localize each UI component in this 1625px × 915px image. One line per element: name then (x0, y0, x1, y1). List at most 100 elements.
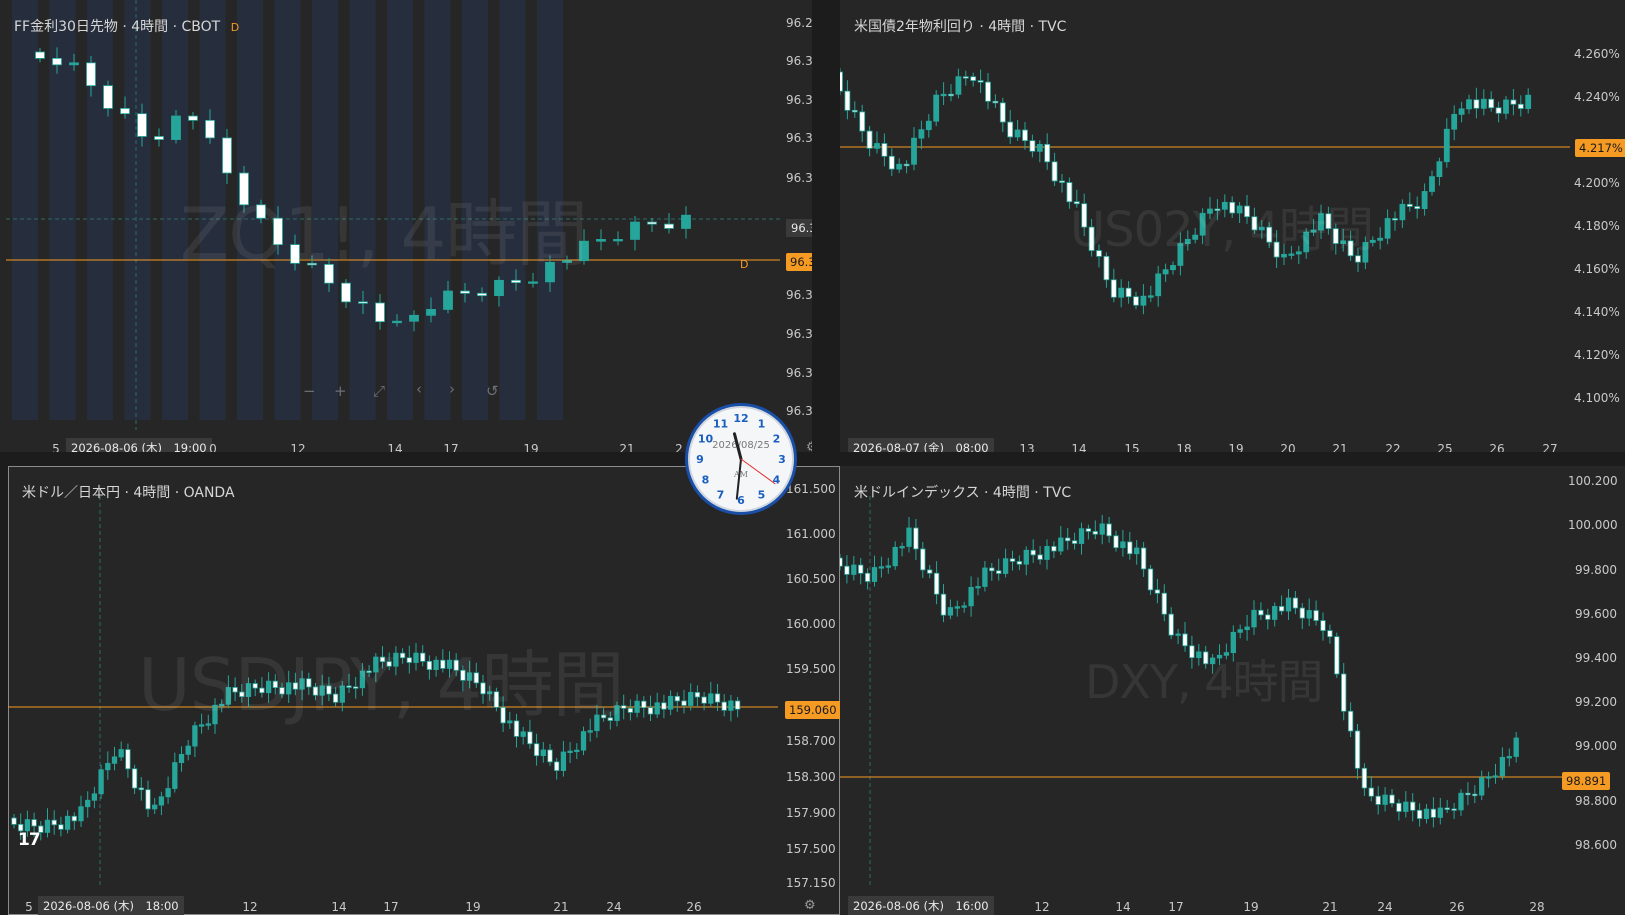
candle-body (1147, 295, 1154, 298)
clock-numeral: 5 (758, 489, 766, 502)
us02y-time-label: 14 (1071, 442, 1087, 452)
candle-body (1429, 176, 1435, 192)
candle-body (1513, 737, 1519, 757)
chart-pane-dxy[interactable]: DXY, 4時間 米ドルインデックス · 4時間 · TVC 100.200 1… (840, 466, 1625, 915)
candle-body (864, 572, 871, 582)
dxy-time-label: 17 (1168, 900, 1184, 914)
candle-body (31, 819, 37, 827)
zq-price-label: 96.310 (786, 131, 812, 145)
us02y-price-label: 4.240% (1574, 90, 1620, 104)
us02y-price-label: 4.260% (1574, 47, 1620, 61)
clock-numeral: 12 (733, 412, 748, 425)
candle-body (985, 81, 991, 102)
candle-body (1065, 537, 1071, 542)
candle-body (1472, 793, 1478, 797)
candle-body (1384, 218, 1391, 239)
candle-body (1313, 610, 1319, 621)
us02y-time-label: 22 (1385, 442, 1401, 452)
candle-body (1175, 633, 1181, 636)
clock-numeral: 7 (717, 489, 725, 502)
candle-body (1506, 756, 1512, 759)
settings-gear-icon[interactable]: ⚙ (804, 898, 816, 913)
candle-body (547, 749, 553, 763)
usdjpy-price-label: 158.700 (786, 734, 836, 748)
candle-body (1368, 787, 1374, 797)
usdjpy-current-price-tag: 159.060 (785, 701, 840, 719)
fit-icon[interactable]: ⤢ (373, 382, 385, 400)
scroll-right-button[interactable]: › (449, 380, 455, 398)
chart-pane-zq[interactable]: D ZQ1!, 4時間 FF金利30日先物 · 4時間 · CBOT D 96.… (0, 0, 812, 452)
candle-body (580, 731, 587, 751)
candle-body (35, 51, 45, 59)
candle-body (899, 546, 905, 549)
candle-body (1375, 795, 1381, 805)
zq-price-label: 96.340 (786, 366, 812, 380)
candle-body (1059, 180, 1065, 183)
candle-body (1237, 629, 1243, 633)
candle-body (567, 750, 573, 753)
zq-title-text: FF金利30日先物 · 4時間 · CBOT (14, 19, 221, 35)
candle-body (1465, 792, 1471, 796)
candle-body (851, 564, 857, 575)
dxy-time-label: 24 (1377, 900, 1393, 914)
analog-clock-widget[interactable]: 2026/08/25 AM 12 1234567891011 (683, 401, 799, 517)
candle-body (1377, 237, 1384, 241)
us02y-price-label: 4.100% (1574, 391, 1620, 405)
candle-body (681, 214, 691, 229)
candle-body (1022, 129, 1028, 142)
candle-body (664, 223, 674, 229)
zq-time-label: 14 (387, 442, 403, 452)
reset-view-button[interactable]: ↺ (486, 382, 499, 400)
candle-body (477, 292, 487, 297)
candle-body (1389, 794, 1395, 804)
candle-body (1414, 206, 1421, 210)
candle-body (1451, 113, 1458, 130)
usdjpy-time-label: 26 (686, 900, 702, 914)
candle-body (681, 700, 687, 706)
candle-body (409, 314, 419, 322)
candle-body (1525, 94, 1532, 109)
candle-body (674, 695, 680, 702)
us02y-watermark: US02Y, 4時間 (1070, 202, 1374, 258)
dxy-price-label: 99.400 (1575, 651, 1617, 665)
zq-price-label: 96.305 (786, 93, 812, 107)
candle-body (694, 692, 701, 698)
candle-body (858, 564, 864, 574)
usdjpy-price-label: 160.000 (786, 617, 836, 631)
candle-body (1078, 528, 1085, 544)
usdjpy-crosshair-time: 2026-08-06 (木) 18:00 (38, 896, 184, 915)
us02y-price-label: 4.180% (1574, 219, 1620, 233)
candle-body (892, 546, 898, 567)
candle-body (1292, 597, 1299, 609)
us02y-time-label: 18 (1176, 442, 1192, 452)
zoom-out-button[interactable]: − (303, 382, 316, 400)
candle-body (844, 90, 851, 111)
candle-body (511, 279, 521, 284)
us02y-time-label: 21 (1332, 442, 1348, 452)
candle-body (1168, 613, 1174, 636)
scroll-left-button[interactable]: ‹ (416, 380, 422, 398)
candle-body (1009, 558, 1016, 562)
candle-body (1503, 99, 1509, 114)
candle-body (1285, 597, 1292, 612)
zoom-in-button[interactable]: + (334, 382, 347, 400)
candle-body (996, 570, 1002, 574)
candle-body (734, 700, 741, 710)
candle-body (881, 143, 888, 157)
candle-body (78, 806, 84, 822)
us02y-time-label: 15 (1124, 442, 1140, 452)
candle-body (851, 109, 858, 113)
candle-body (540, 749, 546, 757)
chart-pane-usdjpy[interactable]: USDJPY, 4時間 米ドル／日本円 · 4時間 · OANDA 161.50… (8, 466, 840, 915)
dxy-time-label: 26 (1449, 900, 1465, 914)
candle-body (1037, 554, 1043, 560)
candle-body (874, 143, 880, 149)
settings-gear-icon[interactable]: ⚙ (806, 440, 812, 452)
data-delay-badge[interactable]: D (231, 21, 239, 34)
candle-body (171, 115, 181, 140)
zq-crosshair-time: 2026-08-06 (木) 19:00 (66, 438, 212, 452)
candle-body (970, 76, 977, 81)
chart-pane-us02y[interactable]: US02Y, 4時間 米国債2年物利回り · 4時間 · TVC 4.260% … (840, 0, 1625, 452)
candle-body (1016, 561, 1023, 565)
candle-body (131, 768, 138, 789)
